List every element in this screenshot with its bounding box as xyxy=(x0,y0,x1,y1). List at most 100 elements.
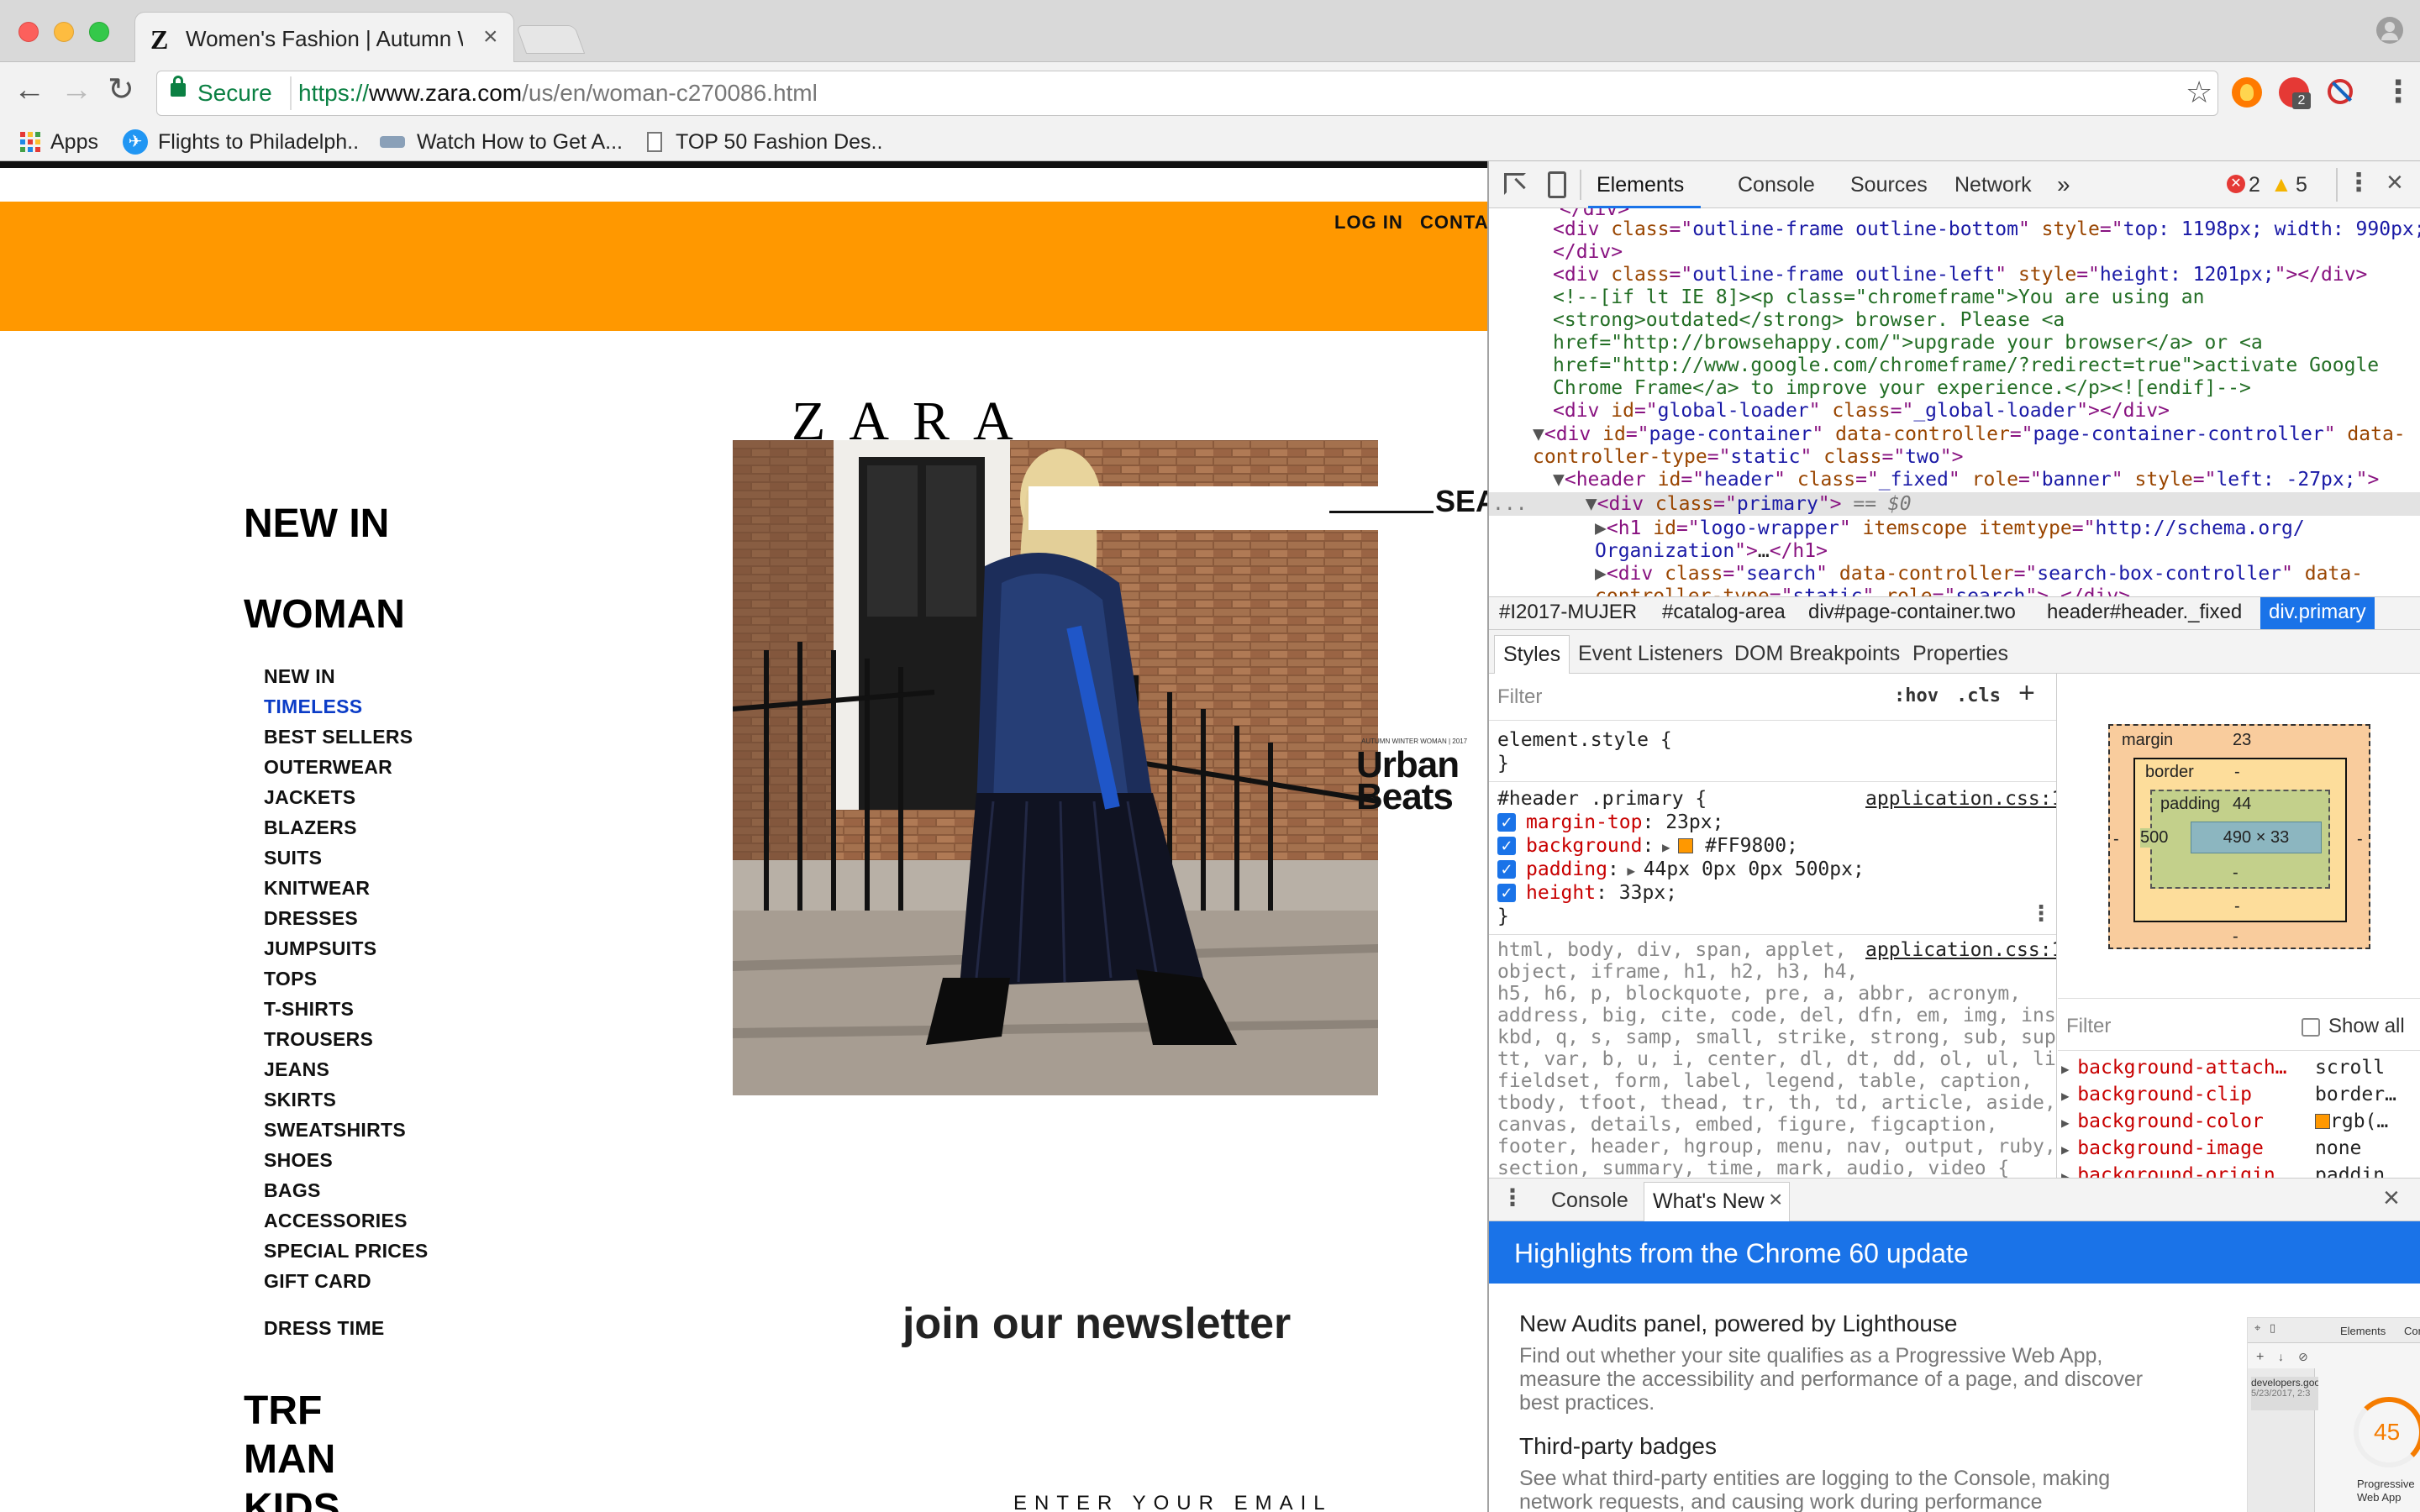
error-icon[interactable]: ✕ xyxy=(2227,175,2245,193)
nav-jeans[interactable]: JEANS xyxy=(264,1058,329,1081)
nav-suits[interactable]: SUITS xyxy=(264,847,322,869)
tab-sources[interactable]: Sources xyxy=(1850,161,1928,208)
computed-row[interactable]: ▶ background-origin xyxy=(2061,1164,2275,1178)
css-property-value[interactable]: 23px; xyxy=(1665,811,1723,833)
rule-menu-icon[interactable]: ⋮ xyxy=(2030,900,2052,927)
nav-best-sellers[interactable]: BEST SELLERS xyxy=(264,726,413,748)
nav-jumpsuits[interactable]: JUMPSUITS xyxy=(264,937,376,960)
margin-bottom-value[interactable]: - xyxy=(2233,927,2238,947)
checkbox-icon[interactable]: ✓ xyxy=(1497,860,1516,879)
tab-close-icon[interactable]: × xyxy=(483,23,498,51)
computed-filter-input[interactable]: Filter xyxy=(2066,1015,2111,1038)
nav-new-in[interactable]: NEW IN xyxy=(264,665,335,688)
nav-t-shirts[interactable]: T-SHIRTS xyxy=(264,998,354,1021)
cls-toggle[interactable]: .cls xyxy=(1956,685,2001,706)
nav-skirts[interactable]: SKIRTS xyxy=(264,1089,336,1111)
campaign-image[interactable] xyxy=(733,440,1378,1095)
nav-gift-card[interactable]: GIFT CARD xyxy=(264,1270,371,1293)
tab-properties[interactable]: Properties xyxy=(1912,642,2008,666)
close-tab-icon[interactable]: × xyxy=(1769,1186,1782,1213)
nav-jackets[interactable]: JACKETS xyxy=(264,786,355,809)
dom-tree-view[interactable]: </div> <div class="outline-frame outline… xyxy=(1489,208,2420,596)
bookmark-watch[interactable]: Watch How to Get A... xyxy=(380,128,623,156)
nav-bags[interactable]: BAGS xyxy=(264,1179,321,1202)
rule-selector[interactable]: #header .primary { xyxy=(1497,788,1707,810)
nav-man[interactable]: MAN xyxy=(244,1436,335,1483)
address-bar[interactable]: Secure https://www.zara.com/us/en/woman-… xyxy=(156,71,2218,116)
block-icon[interactable] xyxy=(2328,79,2353,104)
css-property-value[interactable]: #FF9800; xyxy=(1705,835,1798,857)
extension-red-icon[interactable]: 2 xyxy=(2279,77,2311,109)
border-top-value[interactable]: - xyxy=(2234,763,2240,782)
nav-tops[interactable]: TOPS xyxy=(264,968,317,990)
bookmark-star-icon[interactable]: ☆ xyxy=(2186,75,2212,110)
nav-timeless[interactable]: TIMELESS xyxy=(264,696,362,718)
nav-woman-big[interactable]: WOMAN xyxy=(244,591,405,638)
nav-trf[interactable]: TRF xyxy=(244,1388,322,1434)
browser-tab-active[interactable]: Z Women's Fashion | Autumn Wi × xyxy=(134,12,514,64)
nav-special-prices[interactable]: SPECIAL PRICES xyxy=(264,1240,429,1263)
chrome-menu-icon[interactable]: ⋮ xyxy=(2383,74,2413,109)
tab-elements[interactable]: Elements xyxy=(1597,161,1684,208)
nav-dresses[interactable]: DRESSES xyxy=(264,907,358,930)
padding-bottom-value[interactable]: - xyxy=(2233,864,2238,883)
nav-accessories[interactable]: ACCESSORIES xyxy=(264,1210,408,1232)
warning-icon[interactable]: ▲ xyxy=(2270,171,2292,197)
drawer-tab-console[interactable]: Console xyxy=(1551,1189,1628,1213)
contact-link[interactable]: CONTAC xyxy=(1420,212,1487,234)
back-arrow-icon[interactable]: ← xyxy=(13,72,45,108)
search-link[interactable]: SEA xyxy=(1329,484,1487,519)
checkbox-icon[interactable]: ✓ xyxy=(1497,884,1516,902)
tab-styles[interactable]: Styles xyxy=(1494,635,1570,674)
show-all-checkbox[interactable] xyxy=(2302,1018,2320,1037)
css-property-name[interactable]: background xyxy=(1526,835,1642,857)
hov-toggle[interactable]: :hov xyxy=(1894,685,1939,706)
forward-arrow-icon[interactable]: → xyxy=(60,72,92,108)
extension-fire-icon[interactable] xyxy=(2232,77,2262,108)
bookmark-top50[interactable]: TOP 50 Fashion Des.. xyxy=(647,128,882,156)
bookmark-flights[interactable]: ✈ Flights to Philadelph.. xyxy=(123,128,359,156)
checkbox-icon[interactable]: ✓ xyxy=(1497,837,1516,855)
url-text[interactable]: https://www.zara.com/us/en/woman-c270086… xyxy=(298,80,818,107)
warning-count[interactable]: 5 xyxy=(2296,173,2307,197)
margin-left-value[interactable]: - xyxy=(2113,830,2119,849)
padding-top-value[interactable]: 44 xyxy=(2233,795,2251,814)
login-link[interactable]: LOG IN xyxy=(1334,212,1403,234)
reload-icon[interactable]: ↻ xyxy=(108,71,134,108)
computed-row[interactable]: ▶ background-attach… xyxy=(2061,1057,2287,1079)
tab-network[interactable]: Network xyxy=(1954,161,2032,208)
feature-title[interactable]: Third-party badges xyxy=(1519,1433,1717,1460)
error-count[interactable]: 2 xyxy=(2249,173,2260,197)
nav-blazers[interactable]: BLAZERS xyxy=(264,816,357,839)
nav-new-in-big[interactable]: NEW IN xyxy=(244,501,389,547)
tab-event-listeners[interactable]: Event Listeners xyxy=(1578,642,1723,666)
checkbox-icon[interactable]: ✓ xyxy=(1497,813,1516,832)
breadcrumb-item[interactable]: header#header._fixed xyxy=(2047,601,2242,624)
nav-trousers[interactable]: TROUSERS xyxy=(264,1028,373,1051)
styles-filter-input[interactable]: Filter xyxy=(1497,685,1542,709)
margin-right-value[interactable]: - xyxy=(2357,830,2363,849)
inspect-element-icon[interactable] xyxy=(1504,173,1526,195)
drawer-menu-icon[interactable]: ⋮ xyxy=(1501,1184,1524,1211)
minimize-window-button[interactable] xyxy=(54,22,74,42)
devtools-menu-icon[interactable]: ⋮ xyxy=(2346,168,2371,197)
rule-source-link[interactable]: application.css:1 xyxy=(1865,788,2056,810)
tab-dom-breakpoints[interactable]: DOM Breakpoints xyxy=(1734,642,1900,666)
box-model-padding[interactable]: padding 44 500 - 490 × 33 xyxy=(2140,790,2330,889)
breadcrumb-item-selected[interactable]: div.primary xyxy=(2260,597,2375,629)
element-style-selector[interactable]: element.style { xyxy=(1497,729,1672,751)
margin-top-value[interactable]: 23 xyxy=(2233,731,2251,750)
css-property-value[interactable]: 33px; xyxy=(1619,882,1677,904)
drawer-tab-whats-new[interactable]: What's New × xyxy=(1644,1182,1790,1222)
feature-title[interactable]: New Audits panel, powered by Lighthouse xyxy=(1519,1310,1957,1337)
border-bottom-value[interactable]: - xyxy=(2234,897,2240,916)
computed-row[interactable]: ▶ background-image xyxy=(2061,1137,2264,1159)
more-tabs-icon[interactable]: » xyxy=(2057,161,2070,208)
css-property-name[interactable]: margin-top xyxy=(1526,811,1642,833)
breadcrumb-item[interactable]: #I2017-MUJER xyxy=(1499,601,1637,624)
nav-shoes[interactable]: SHOES xyxy=(264,1149,333,1172)
device-toolbar-icon[interactable] xyxy=(1548,171,1566,198)
css-property-name[interactable]: height xyxy=(1526,882,1596,904)
close-window-button[interactable] xyxy=(18,22,39,42)
add-rule-icon[interactable]: + xyxy=(2018,677,2035,710)
